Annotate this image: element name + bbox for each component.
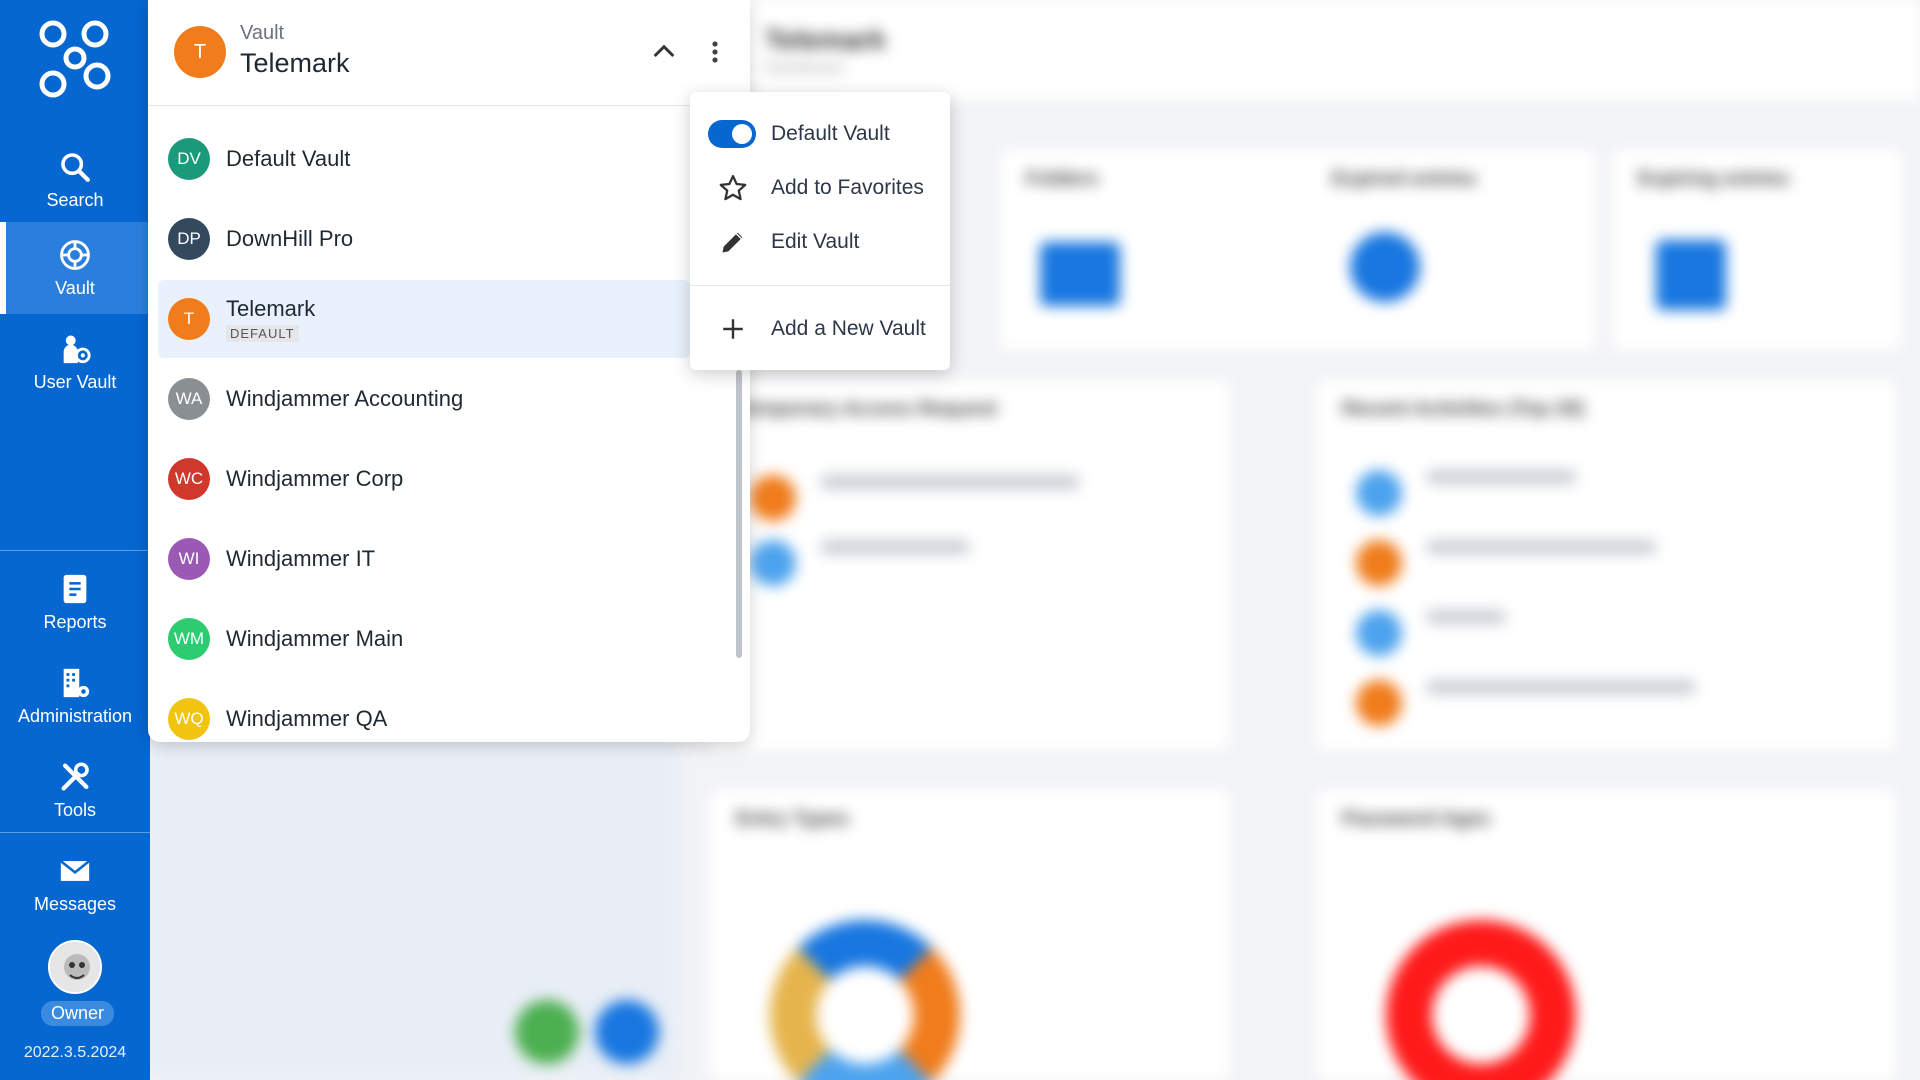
vault-list-item[interactable]: WI Windjammer IT xyxy=(158,520,690,598)
vault-list-item[interactable]: WC Windjammer Corp xyxy=(158,440,690,518)
app-version: 2022.3.5.2024 xyxy=(23,1044,127,1061)
card-password-ages: Password Ages xyxy=(1316,790,1896,1080)
nav-item-vault[interactable]: Vault xyxy=(0,222,150,314)
vault-name: DownHill Pro xyxy=(226,226,354,251)
search-icon xyxy=(61,152,90,182)
vault-icon xyxy=(60,239,90,270)
default-badge: DEFAULT xyxy=(226,325,299,342)
vault-name: Telemark xyxy=(226,296,316,321)
card-access-request: Temporary Access Request xyxy=(710,380,1230,750)
administration-icon xyxy=(63,668,90,697)
chevron-up-icon[interactable] xyxy=(648,36,680,68)
vault-name: Windjammer Accounting xyxy=(226,386,464,411)
vault-list-scrollbar[interactable] xyxy=(736,370,742,658)
nav-item-search[interactable]: Search xyxy=(0,134,150,226)
menu-label-add-to-favorites: Add to Favorites xyxy=(771,176,924,199)
vault-avatar: WA xyxy=(168,378,210,420)
vault-avatar: T xyxy=(168,298,210,340)
fab-blue xyxy=(595,1000,659,1064)
menu-divider xyxy=(690,285,950,286)
dashboard-title-blurred: Telemark xyxy=(765,24,886,55)
pencil-icon xyxy=(718,227,748,257)
vault-list-item[interactable]: WA Windjammer Accounting xyxy=(158,360,690,438)
nav-label-administration: Administration xyxy=(17,705,133,726)
vault-avatar: DV xyxy=(168,138,210,180)
menu-item-edit-vault[interactable]: Edit Vault xyxy=(690,215,950,269)
card-expired-entries: Expired entries xyxy=(1306,150,1596,350)
vault-avatar: WC xyxy=(168,458,210,500)
avatar[interactable] xyxy=(48,940,102,994)
vault-avatar: WI xyxy=(168,538,210,580)
nav-divider xyxy=(0,550,150,551)
nav-item-reports[interactable]: Reports xyxy=(0,556,150,648)
vault-selector-header[interactable]: T Vault Telemark xyxy=(148,0,750,106)
vault-list: DV Default Vault DP DownHill Pro T Telem… xyxy=(148,106,750,742)
card-entry-types: Entry Types xyxy=(710,790,1230,1080)
vault-avatar: WQ xyxy=(168,698,210,740)
star-icon xyxy=(718,173,748,203)
nav-divider xyxy=(0,832,150,833)
menu-item-add-new-vault[interactable]: Add a New Vault xyxy=(690,302,950,356)
menu-label-add-new-vault: Add a New Vault xyxy=(771,317,926,340)
vault-name: Windjammer Corp xyxy=(226,466,404,491)
card-recent-activities: Recent Activities (Top 20) xyxy=(1316,380,1896,750)
current-vault-name: Telemark xyxy=(240,48,350,78)
dashboard-subtitle-blurred: Dashboard xyxy=(765,60,844,77)
menu-label-default-vault: Default Vault xyxy=(771,122,890,145)
messages-icon xyxy=(60,859,90,881)
app-logo-icon xyxy=(39,20,111,98)
vault-context-menu: Default Vault Add to Favorites Edit Vaul… xyxy=(690,92,950,370)
vault-name: Windjammer IT xyxy=(226,546,376,571)
nav-item-tools[interactable]: Tools xyxy=(0,744,150,836)
tools-icon xyxy=(61,761,89,790)
vault-list-item[interactable]: WM Windjammer Main xyxy=(158,600,690,678)
nav-label-messages: Messages xyxy=(33,893,117,914)
more-options-icon[interactable] xyxy=(703,36,727,68)
vault-header-label: Vault xyxy=(240,22,285,44)
nav-label-user-vault: User Vault xyxy=(33,371,117,392)
vault-avatar: DP xyxy=(168,218,210,260)
vault-selector-panel: T Vault Telemark DV Default Vault DP Dow… xyxy=(148,0,750,742)
menu-item-default-vault[interactable]: Default Vault xyxy=(690,107,950,161)
menu-label-edit-vault: Edit Vault xyxy=(771,230,860,253)
nav-label-vault: Vault xyxy=(55,277,95,298)
nav-label-search: Search xyxy=(46,189,104,210)
user-vault-icon xyxy=(63,335,91,363)
vault-list-item[interactable]: DV Default Vault xyxy=(158,120,690,198)
vault-name: Default Vault xyxy=(226,146,351,171)
nav-item-user-vault[interactable]: User Vault xyxy=(0,316,150,408)
menu-item-add-to-favorites[interactable]: Add to Favorites xyxy=(690,161,950,215)
vault-list-item-selected[interactable]: T Telemark DEFAULT xyxy=(158,280,690,358)
vault-list-item[interactable]: DP DownHill Pro xyxy=(158,200,690,278)
nav-item-administration[interactable]: Administration xyxy=(0,650,150,742)
nav-item-messages[interactable]: Messages xyxy=(0,838,150,930)
plus-icon xyxy=(718,314,748,344)
user-avatar-icon xyxy=(50,942,100,992)
owner-badge: Owner xyxy=(41,1001,115,1026)
vault-avatar: WM xyxy=(168,618,210,660)
vault-name: Windjammer Main xyxy=(226,626,404,651)
side-nav: Search Vault User Vault Reports Administ… xyxy=(0,0,150,1080)
default-vault-toggle[interactable] xyxy=(708,120,756,148)
nav-label-tools: Tools xyxy=(53,799,97,820)
current-vault-avatar: T xyxy=(174,26,226,78)
vault-name: Windjammer QA xyxy=(226,706,388,731)
fab-green xyxy=(515,1000,579,1064)
card-expiring-entries: Expiring entries xyxy=(1612,150,1902,350)
vault-list-item[interactable]: WQ Windjammer QA xyxy=(158,680,690,742)
reports-icon xyxy=(63,574,87,603)
nav-label-reports: Reports xyxy=(43,611,107,632)
